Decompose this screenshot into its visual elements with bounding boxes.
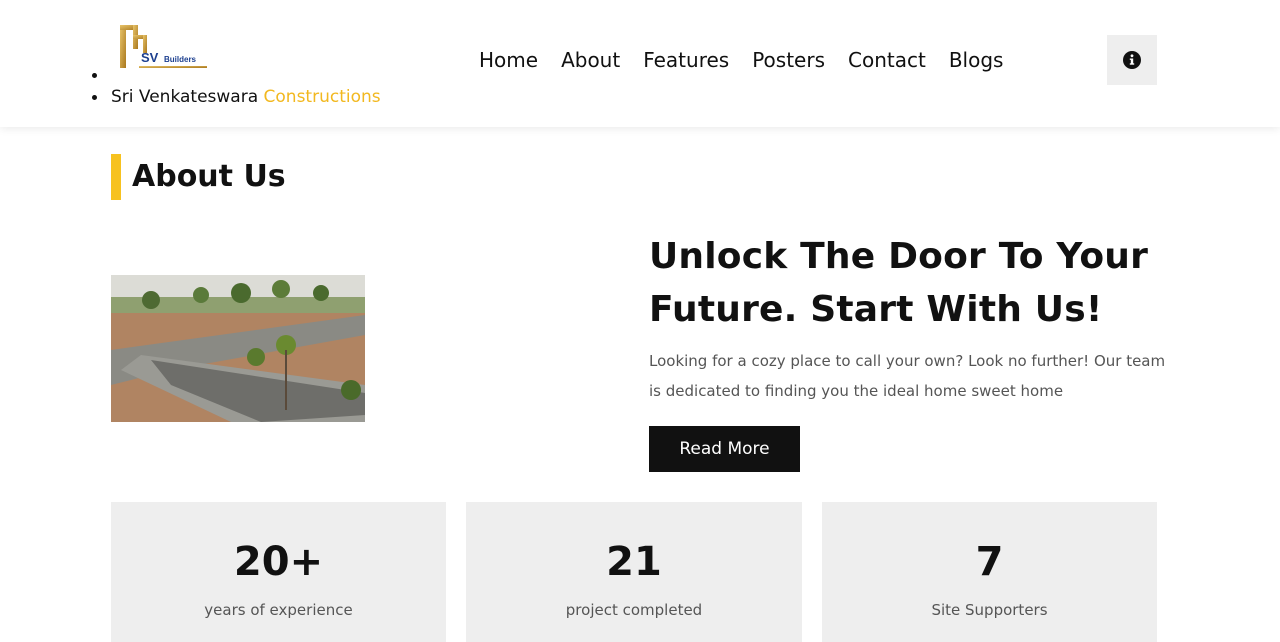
stat-value: 20+ [233, 539, 324, 585]
main-nav: Home About Features Posters Contact Blog… [479, 46, 1003, 74]
site-header: SV Builders Sri Venkateswara Constructio… [0, 0, 1280, 127]
svg-text:Builders: Builders [164, 55, 197, 64]
stat-label: Site Supporters [931, 601, 1048, 619]
brand-name-accent: Constructions [263, 87, 381, 107]
brand-list: Sri Venkateswara Constructions [92, 64, 381, 108]
about-description: Looking for a cozy place to call your ow… [649, 352, 1166, 400]
stat-label: years of experience [204, 601, 353, 619]
info-button[interactable] [1107, 35, 1157, 85]
stat-card-projects: 21 project completed [466, 502, 802, 642]
brand-list-empty-item [92, 64, 381, 86]
section-title-about: About Us [111, 154, 286, 200]
stat-card-experience: 20+ years of experience [111, 502, 446, 642]
stat-value: 7 [975, 539, 1004, 585]
nav-posters[interactable]: Posters [752, 46, 825, 74]
nav-home[interactable]: Home [479, 46, 538, 74]
stat-value: 21 [606, 539, 662, 585]
svg-text:SV: SV [141, 50, 159, 65]
stat-card-supporters: 7 Site Supporters [822, 502, 1157, 642]
nav-features[interactable]: Features [643, 46, 729, 74]
about-headline: Unlock The Door To Your Future. Start Wi… [649, 236, 1149, 330]
read-more-button[interactable]: Read More [649, 426, 800, 472]
nav-about[interactable]: About [561, 46, 620, 74]
brand-name[interactable]: Sri Venkateswara Constructions [92, 86, 381, 108]
brand-name-text: Sri Venkateswara [111, 87, 259, 107]
stat-label: project completed [565, 601, 703, 619]
info-circle-icon [1123, 51, 1141, 69]
nav-blogs[interactable]: Blogs [949, 46, 1004, 74]
nav-contact[interactable]: Contact [848, 46, 926, 74]
land-plot-photo [111, 275, 365, 422]
